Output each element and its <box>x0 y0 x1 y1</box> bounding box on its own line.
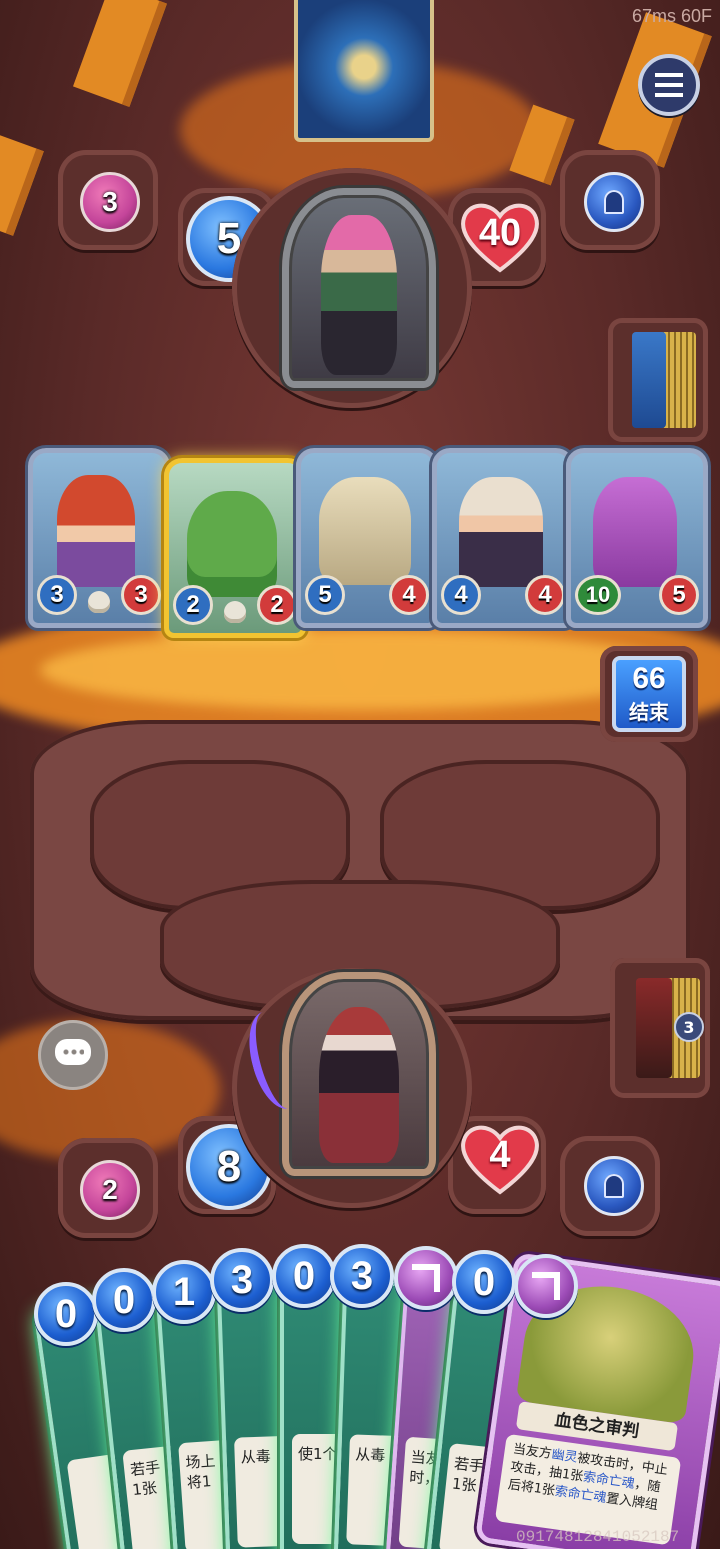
opponent-graveyard-button[interactable] <box>584 172 644 232</box>
opponent-health-value: 40 <box>478 212 522 254</box>
hand-card-cost: 3 <box>210 1248 274 1312</box>
minion-card-4[interactable]: 4 4 <box>432 448 574 628</box>
perf-readout: 67ms 60F <box>631 6 712 26</box>
lava-highlight <box>40 630 680 710</box>
player-deck-top <box>636 978 672 1078</box>
hand-card-cost: 0 <box>92 1268 156 1332</box>
turn-timer: 66 <box>632 662 666 695</box>
tombstone-icon <box>604 1174 624 1198</box>
rune-arrow-icon <box>532 1272 560 1300</box>
crystal <box>0 134 44 236</box>
opponent-hero-portrait[interactable] <box>282 188 436 388</box>
minion-card-5[interactable]: 10 5 <box>566 448 708 628</box>
deathrattle-skull-icon <box>224 601 246 623</box>
minion-health: 4 <box>525 575 565 615</box>
hand-card-cost: 0 <box>272 1244 336 1308</box>
minion-art <box>459 477 543 587</box>
chat-button[interactable] <box>38 1020 108 1090</box>
player-health-heart: 4 <box>458 1122 542 1196</box>
crystal <box>72 0 168 107</box>
minion-health: 4 <box>389 575 429 615</box>
game-board: 67ms 60F 3 5 40 3 3 2 2 5 4 4 4 10 5 66 … <box>0 0 720 1549</box>
featured-text-part: 当友方 <box>511 1441 553 1463</box>
end-turn-label: 结束 <box>629 700 669 724</box>
hero-figure <box>319 1007 399 1163</box>
minion-art <box>319 477 411 585</box>
minion-health: 5 <box>659 575 699 615</box>
minion-attack: 4 <box>441 575 481 615</box>
minion-attack: 10 <box>575 575 621 615</box>
minion-attack: 5 <box>305 575 345 615</box>
hamburger-menu-icon <box>655 73 683 97</box>
minion-attack: 2 <box>173 585 213 625</box>
end-turn-face: 66 结束 <box>612 656 686 732</box>
minion-health: 3 <box>121 575 161 615</box>
player-health-value: 4 <box>489 1134 511 1176</box>
minion-art <box>593 477 677 587</box>
player-rune-counter: 2 <box>80 1160 140 1220</box>
hand-card-cost: 1 <box>152 1260 216 1324</box>
opponent-health-heart: 40 <box>458 200 542 274</box>
session-id: 09174812841052187 <box>516 1528 680 1546</box>
chat-bubble-icon <box>55 1039 91 1065</box>
minion-art <box>187 491 277 597</box>
hero-figure <box>321 215 397 375</box>
minion-attack: 3 <box>37 575 77 615</box>
hand-card-rune-gem <box>394 1246 458 1310</box>
player-deck-count: 3 <box>674 1012 704 1042</box>
menu-button[interactable] <box>638 54 700 116</box>
featured-card-rune-gem <box>514 1254 578 1318</box>
hand-card-cost: 0 <box>452 1250 516 1314</box>
hand-card-cost: 3 <box>330 1244 394 1308</box>
rune-arrow-icon <box>412 1264 440 1292</box>
minion-card-1[interactable]: 3 3 <box>28 448 170 628</box>
hand-card-cost: 0 <box>34 1282 98 1346</box>
featured-keyword[interactable]: 幽灵 <box>551 1447 579 1465</box>
player-graveyard-button[interactable] <box>584 1156 644 1216</box>
minion-art <box>57 475 135 587</box>
deathrattle-skull-icon <box>88 591 110 613</box>
minion-health: 2 <box>257 585 297 625</box>
player-hero-portrait[interactable] <box>282 972 436 1176</box>
opponent-deck-top <box>632 332 666 428</box>
minion-card-2[interactable]: 2 2 <box>164 458 306 638</box>
tombstone-icon <box>604 190 624 214</box>
minion-card-3[interactable]: 5 4 <box>296 448 438 628</box>
end-turn-button[interactable]: 66 结束 <box>600 646 698 742</box>
opponent-rune-counter: 3 <box>80 172 140 232</box>
opponent-card-back <box>294 0 434 142</box>
